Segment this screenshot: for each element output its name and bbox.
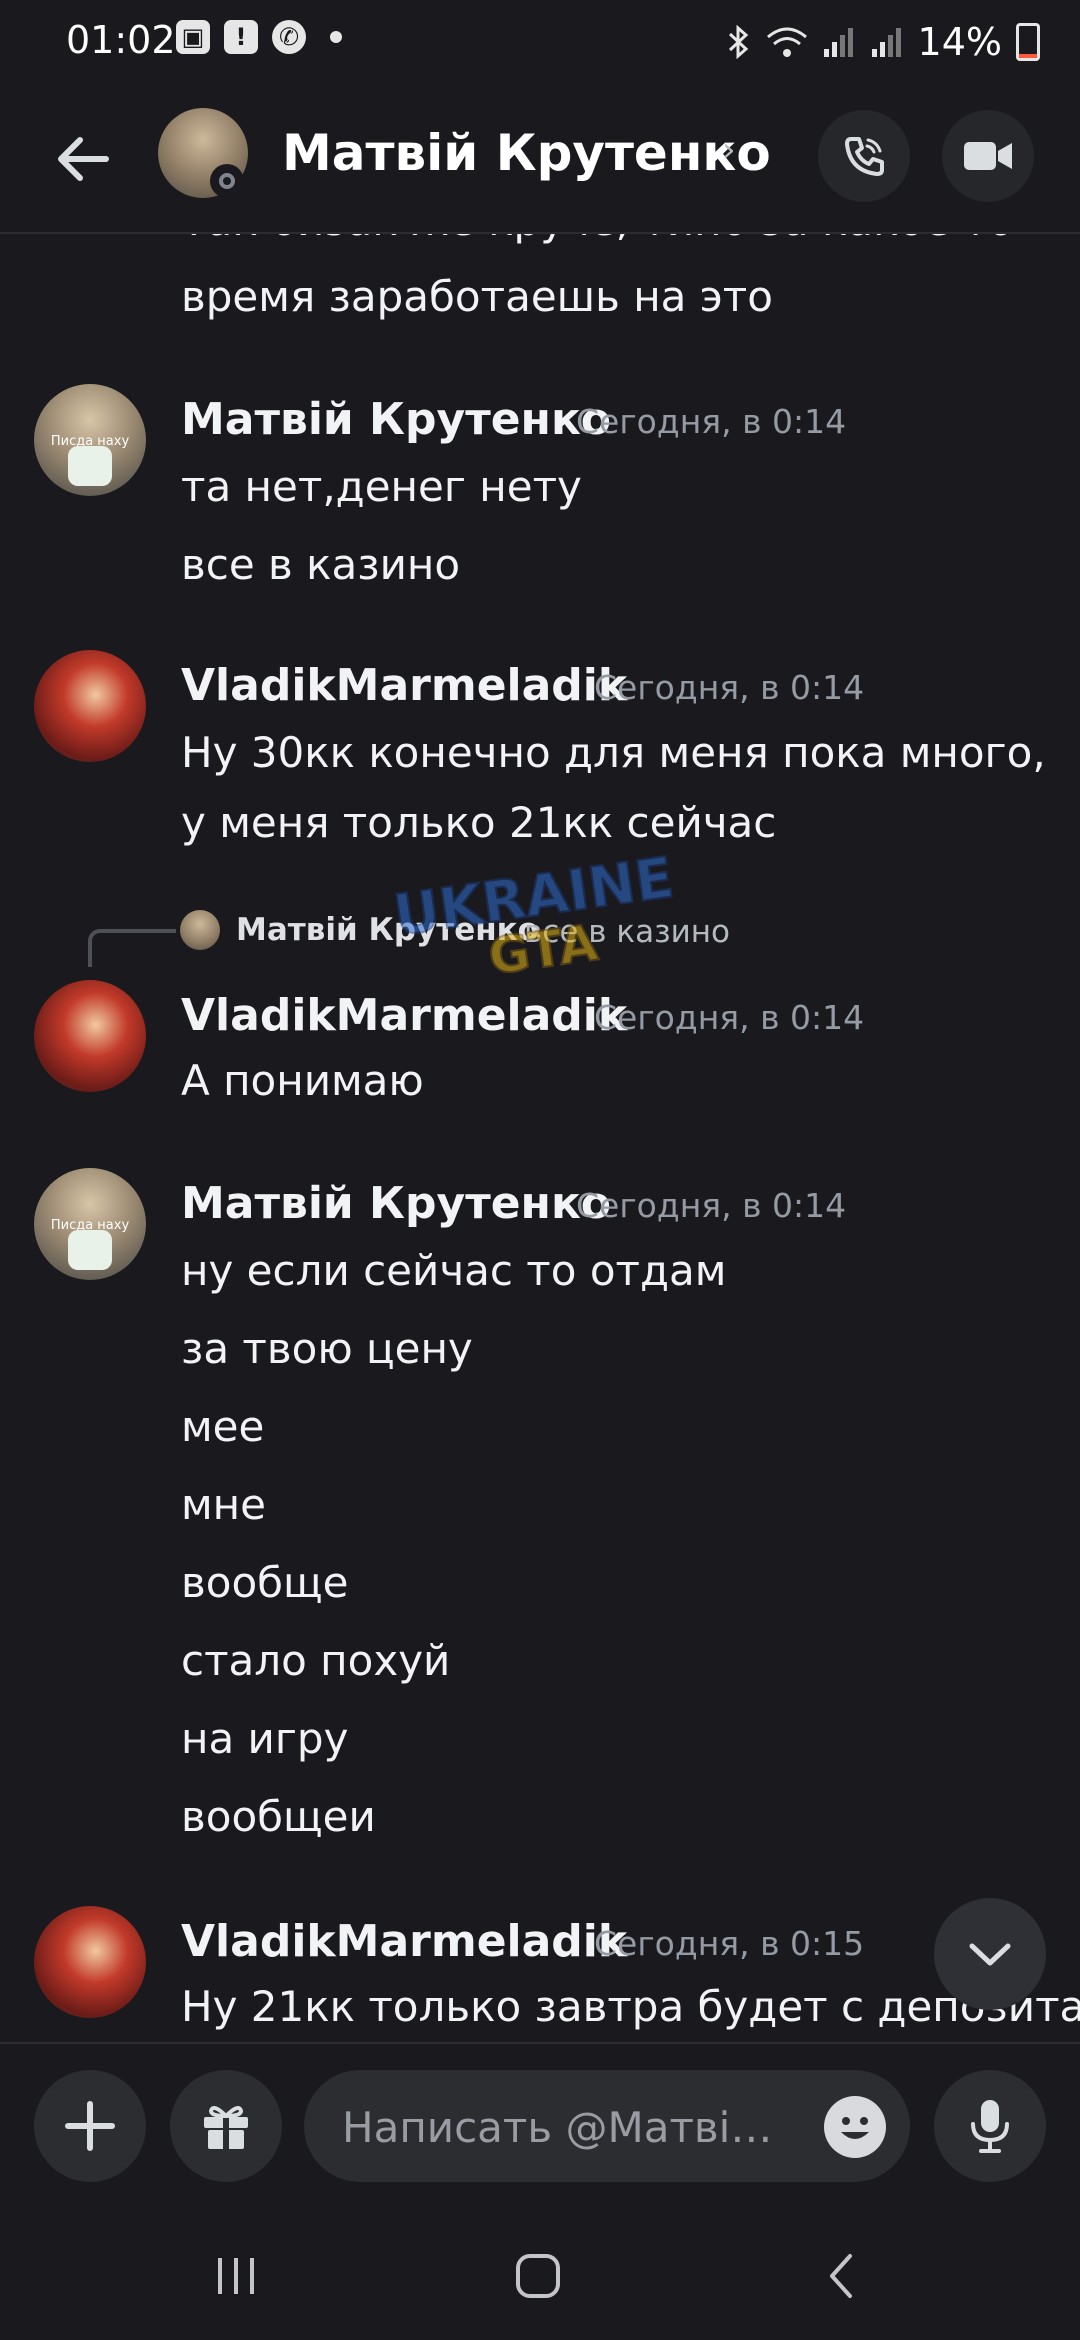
message-text: мее [181,1402,265,1451]
system-navigation-bar [0,2212,1080,2340]
battery-percent: 14% [917,20,1002,64]
avatar[interactable]: Писда наху [34,384,146,496]
chevron-right-icon[interactable]: › [722,130,736,170]
reply-preview[interactable]: все в казино [524,914,730,950]
reply-author[interactable]: Матвій Крутенко [236,912,539,948]
message-text: все в казино [181,540,461,589]
message-text: на игру [181,1714,349,1763]
message-author[interactable]: Матвій Крутенко [181,394,611,445]
recent-apps-icon [218,2258,254,2294]
message-text: Ну 30кк конечно для меня пока много, [181,728,1046,777]
message-timestamp: Сегодня, в 0:14 [576,402,847,441]
message-author[interactable]: VladikMarmeladik [181,1916,627,1967]
status-bar: 01:02 ▣ ! ✆ 14% [0,0,1080,84]
message-text: вообщеи [181,1792,376,1841]
reply-connector [88,929,176,967]
notification-icons: ▣ ! ✆ [176,20,342,54]
message-text: ну если сейчас то отдам [181,1246,727,1295]
avatar[interactable] [34,650,146,762]
emoji-icon[interactable] [824,2096,886,2158]
video-call-button[interactable] [942,110,1034,202]
message-text: А понимаю [181,1056,424,1105]
message-timestamp: Сегодня, в 0:14 [594,668,865,707]
message-author[interactable]: VladikMarmeladik [181,990,627,1041]
message-text: время заработаешь на это [181,272,773,321]
home-icon [516,2254,560,2298]
message-timestamp: Сегодня, в 0:15 [594,1924,865,1963]
avatar [180,910,220,950]
scroll-to-bottom-button[interactable] [934,1898,1046,2010]
video-call-icon [964,142,1012,170]
status-time: 01:02 [66,18,176,62]
message-text: за твою цену [181,1324,473,1373]
voice-call-button[interactable] [818,110,910,202]
gift-button[interactable] [170,2070,282,2182]
voice-call-icon [845,137,884,176]
message-author[interactable]: VladikMarmeladik [181,660,627,711]
message-input[interactable] [340,2070,814,2184]
home-button[interactable] [498,2244,578,2308]
avatar[interactable] [34,980,146,1092]
gallery-icon: ▣ [176,20,210,54]
message-author[interactable]: Матвій Крутенко [181,1178,611,1229]
bluetooth-icon [728,25,748,59]
page-title[interactable]: Матвій Крутенко [282,124,771,182]
message-composer [0,2042,1080,2214]
message-timestamp: Сегодня, в 0:14 [576,1186,847,1225]
message-text: мне [181,1480,266,1529]
dot-icon [330,31,342,43]
recent-apps-button[interactable] [196,2244,276,2308]
message-text: Ну 21кк только завтра будет с депозита [181,1982,1080,2031]
wifi-icon [766,27,807,57]
signal-icon [871,28,901,57]
message-text: вообще [181,1558,349,1607]
gift-icon [204,2105,248,2149]
avatar[interactable]: Писда наху [34,1168,146,1280]
voice-message-button[interactable] [934,2070,1046,2182]
alert-icon: ! [224,20,258,54]
plus-icon [65,2101,115,2151]
chevron-down-icon [969,1943,1011,1966]
message-text: та нет,денег нету [181,462,582,511]
message-list[interactable]: Так бизак же круче, типо за какое то вре… [0,232,1080,2042]
battery-icon [1016,23,1040,61]
message-text: у меня только 21кк сейчас [181,798,777,847]
chat-header: Матвій Крутенко › [0,84,1080,234]
system-icons: 14% [726,20,1040,64]
back-button[interactable] [802,2244,882,2308]
back-arrow-icon[interactable] [48,124,118,194]
message-input-container [304,2070,910,2184]
avatar[interactable] [34,1906,146,2018]
back-chevron-icon [830,2254,852,2298]
message-timestamp: Сегодня, в 0:14 [594,998,865,1037]
add-attachment-button[interactable] [34,2070,146,2182]
microphone-icon [971,2100,1009,2153]
viber-icon: ✆ [272,20,306,54]
message-text: стало похуй [181,1636,451,1685]
signal-icon [823,28,853,57]
offline-status-icon [210,164,244,198]
